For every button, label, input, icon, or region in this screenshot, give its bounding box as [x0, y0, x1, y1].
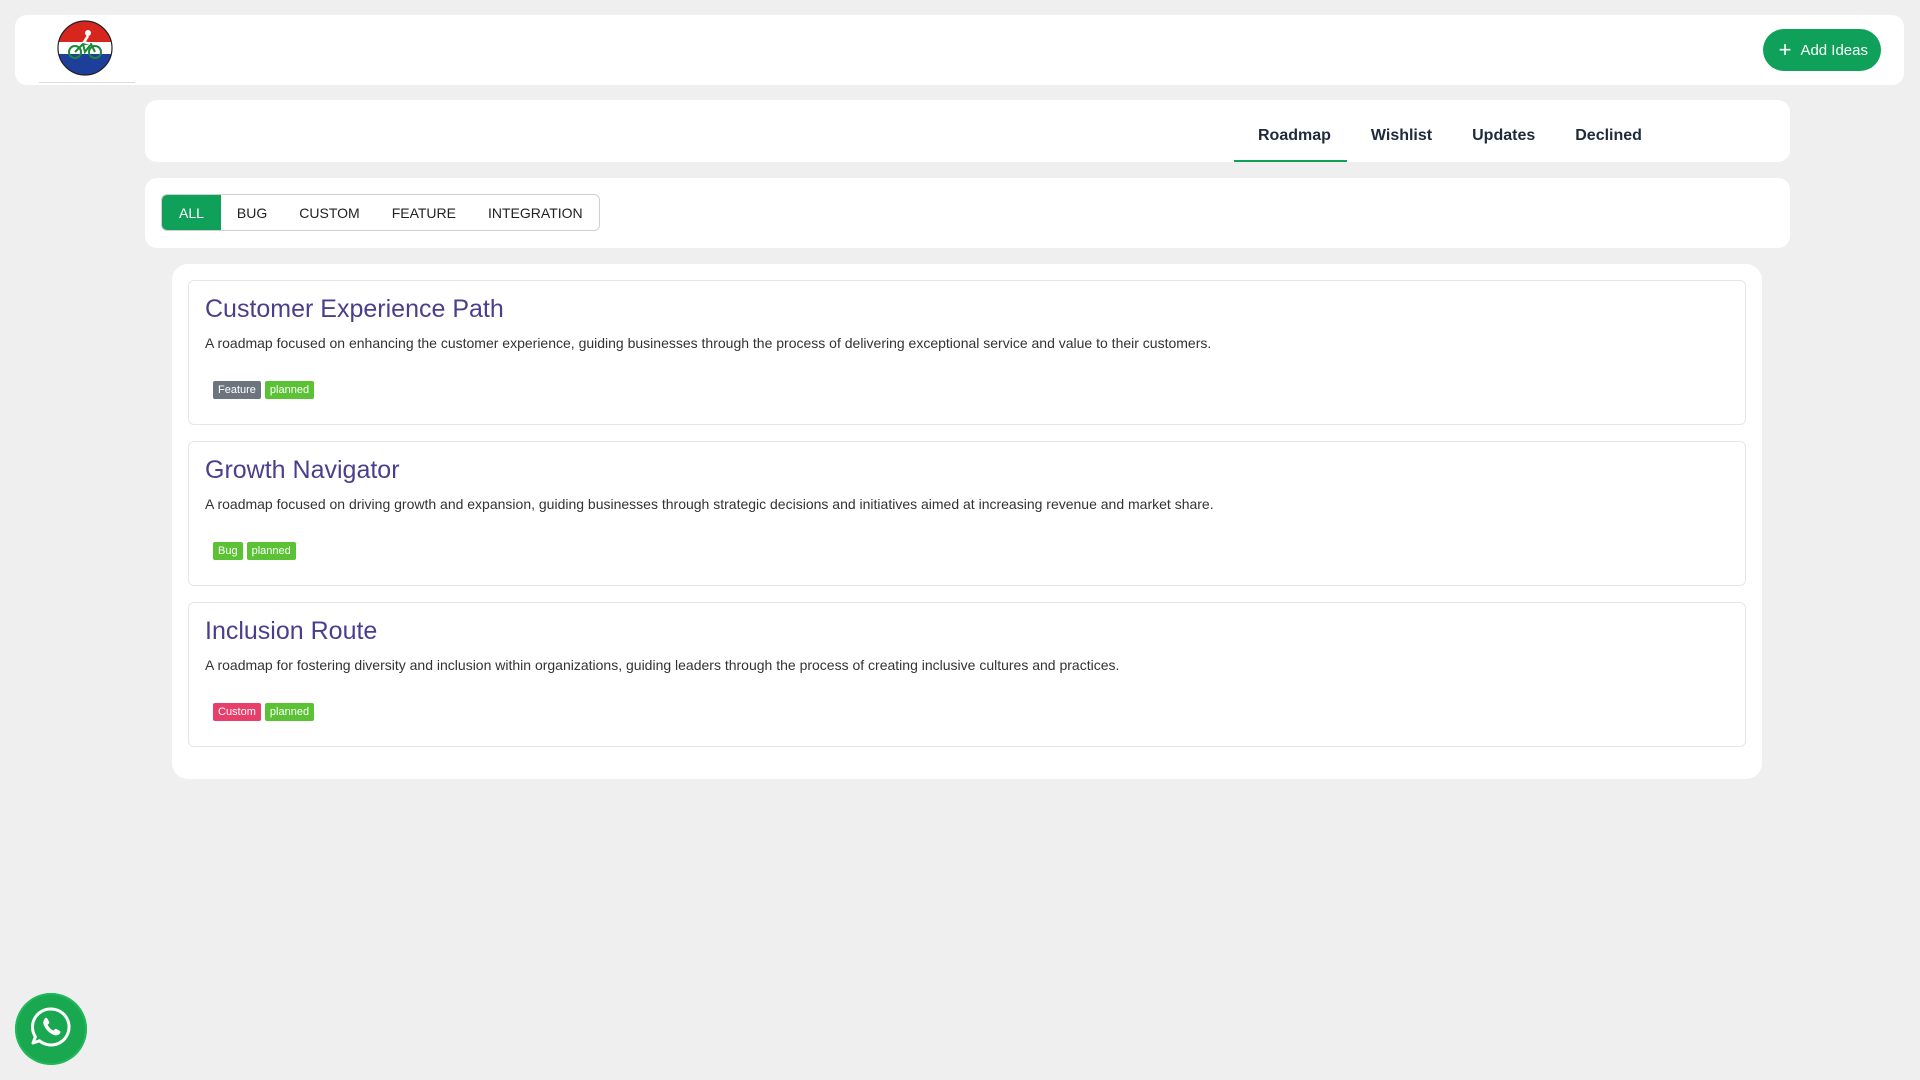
- tab-roadmap[interactable]: Roadmap: [1234, 100, 1347, 162]
- filter-bar: ALL BUG CUSTOM FEATURE INTEGRATION: [145, 178, 1790, 248]
- filter-integration-button[interactable]: INTEGRATION: [472, 195, 599, 230]
- category-badge: Custom: [213, 703, 261, 721]
- item-title[interactable]: Customer Experience Path: [205, 295, 504, 324]
- status-badge: planned: [246, 542, 296, 560]
- tab-declined[interactable]: Declined: [1551, 100, 1658, 162]
- category-badge: Feature: [213, 381, 261, 399]
- tab-updates[interactable]: Updates: [1448, 100, 1551, 162]
- logo-divider: [39, 82, 135, 83]
- item-badges: Feature planned: [213, 381, 315, 399]
- item-description: A roadmap focused on enhancing the custo…: [205, 335, 1212, 351]
- status-badge: planned: [264, 703, 315, 721]
- tab-wishlist[interactable]: Wishlist: [1347, 100, 1448, 162]
- roadmap-item[interactable]: Growth Navigator A roadmap focused on dr…: [188, 441, 1746, 586]
- item-badges: Custom planned: [213, 703, 315, 721]
- filter-all-button[interactable]: ALL: [162, 195, 221, 230]
- add-ideas-button[interactable]: + Add Ideas: [1762, 29, 1881, 71]
- item-description: A roadmap for fostering diversity and in…: [205, 657, 1120, 673]
- roadmap-list: Customer Experience Path A roadmap focus…: [172, 264, 1762, 779]
- filter-custom-button[interactable]: CUSTOM: [283, 195, 376, 230]
- item-description: A roadmap focused on driving growth and …: [205, 496, 1214, 512]
- tab-list: Roadmap Wishlist Updates Declined: [1234, 100, 1658, 162]
- filter-bug-button[interactable]: BUG: [220, 195, 284, 230]
- category-badge: Bug: [213, 542, 243, 560]
- item-title[interactable]: Growth Navigator: [205, 456, 400, 485]
- item-title[interactable]: Inclusion Route: [205, 617, 377, 646]
- logo-icon[interactable]: [57, 20, 113, 76]
- add-ideas-label: Add Ideas: [1800, 41, 1868, 59]
- category-filter-group: ALL BUG CUSTOM FEATURE INTEGRATION: [161, 194, 600, 231]
- item-badges: Bug planned: [213, 542, 296, 560]
- filter-feature-button[interactable]: FEATURE: [375, 195, 472, 230]
- plus-icon: +: [1778, 37, 1792, 62]
- roadmap-item[interactable]: Customer Experience Path A roadmap focus…: [188, 280, 1746, 425]
- whatsapp-icon: [29, 1005, 73, 1054]
- top-header: + Add Ideas: [15, 15, 1904, 85]
- roadmap-item[interactable]: Inclusion Route A roadmap for fostering …: [188, 602, 1746, 747]
- status-badge: planned: [264, 381, 315, 399]
- tabs-bar: Roadmap Wishlist Updates Declined: [145, 100, 1790, 162]
- whatsapp-chat-button[interactable]: [15, 993, 87, 1065]
